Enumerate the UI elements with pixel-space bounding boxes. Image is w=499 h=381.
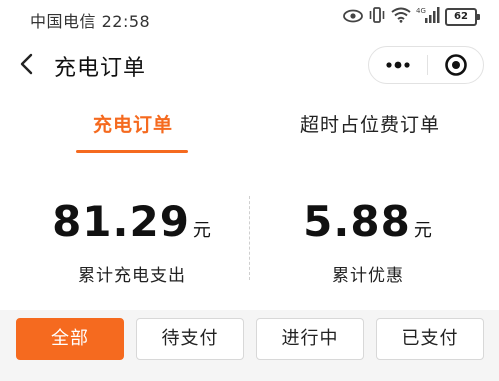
vibrate-icon (368, 6, 386, 28)
page-title: 充电订单 (54, 56, 147, 81)
close-button[interactable] (428, 47, 484, 83)
carrier-time: 中国电信 22:58 (30, 8, 150, 32)
tab-overtime-fee-orders[interactable]: 超时占位费订单 (300, 110, 440, 137)
filter-all-button[interactable]: 全部 (16, 318, 124, 360)
carrier-label: 中国电信 (30, 12, 97, 31)
back-button[interactable] (14, 50, 42, 78)
total-discount-label: 累计优惠 (332, 266, 404, 286)
status-bar: 中国电信 22:58 4G 62 (0, 0, 499, 34)
eye-icon (343, 8, 363, 27)
total-spend-value-row: 81.29 元 (32, 196, 232, 257)
more-dots-icon (386, 61, 410, 69)
active-tab-indicator (76, 150, 188, 153)
order-tabs: 充电订单 超时占位费订单 (0, 104, 499, 160)
filter-pending-payment-button[interactable]: 待支付 (136, 318, 244, 360)
filter-in-progress-button[interactable]: 进行中 (256, 318, 364, 360)
total-discount-value: 5.88 (303, 197, 411, 246)
wifi-icon (391, 7, 411, 27)
miniprogram-capsule (368, 46, 484, 84)
total-spend-label: 累计充电支出 (78, 266, 186, 286)
more-button[interactable] (369, 47, 427, 83)
target-close-icon (445, 54, 467, 76)
total-spend-value: 81.29 (52, 197, 190, 246)
total-discount-value-row: 5.88 元 (268, 196, 468, 257)
total-spend-unit: 元 (192, 220, 212, 241)
nav-bar: 充电订单 (0, 38, 499, 94)
clock: 22:58 (101, 12, 151, 31)
stat-divider (249, 196, 250, 280)
filter-paid-button[interactable]: 已支付 (376, 318, 484, 360)
total-discount-stat: 5.88 元 累计优惠 (268, 196, 468, 286)
signal-icon: 4G (416, 6, 440, 28)
tab-charging-orders[interactable]: 充电订单 (93, 110, 173, 137)
total-discount-unit: 元 (413, 220, 433, 241)
status-icons: 4G 62 (343, 6, 480, 28)
status-filters: 全部 待支付 进行中 已支付 (0, 318, 499, 362)
battery-icon: 62 (445, 8, 480, 26)
chevron-left-icon (20, 53, 33, 75)
network-type-label: 4G (416, 7, 426, 15)
total-spend-stat: 81.29 元 累计充电支出 (32, 196, 232, 286)
